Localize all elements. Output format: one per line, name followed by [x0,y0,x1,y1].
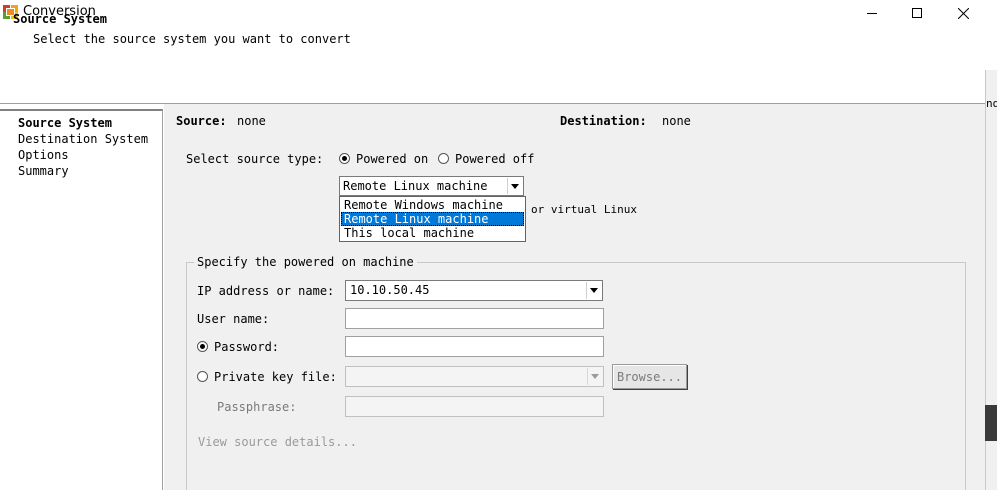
view-source-details-link[interactable]: View source details... [198,435,357,449]
powered-off-label[interactable]: Powered off [455,152,534,166]
chevron-down-icon [591,374,599,379]
private-key-label[interactable]: Private key file: [214,370,337,384]
page-subtitle: Select the source system you want to con… [33,32,351,46]
close-icon [957,7,969,19]
private-key-dropdown-button [587,368,602,385]
destination-summary-value: none [662,114,691,128]
dropdown-option-remote-windows[interactable]: Remote Windows machine [341,198,524,212]
machine-type-value: Remote Linux machine [343,179,488,193]
password-input[interactable] [345,336,604,357]
minimize-icon [867,13,877,14]
close-button[interactable] [940,0,986,26]
minimize-button[interactable] [849,0,895,26]
ip-address-combobox[interactable]: 10.10.50.45 [345,280,603,301]
ip-address-dropdown-button[interactable] [586,282,601,299]
source-type-label: Select source type: [186,152,324,166]
passphrase-input [345,396,604,417]
powered-on-radio[interactable] [339,153,350,164]
browse-button[interactable]: Browse... [612,364,687,389]
nav-item-options[interactable]: Options [18,148,69,162]
group-legend: Specify the powered on machine [194,255,417,269]
password-label[interactable]: Password: [214,340,279,354]
powered-off-radio[interactable] [438,153,449,164]
user-name-input[interactable] [345,308,604,329]
chevron-down-icon [511,183,519,189]
ip-address-label: IP address or name: [197,284,335,298]
nav-item-summary[interactable]: Summary [18,164,69,178]
destination-summary-label: Destination: [560,114,647,128]
dropdown-option-remote-linux[interactable]: Remote Linux machine [341,212,524,226]
nav-item-source-system[interactable]: Source System [18,116,112,130]
title-bar: Conversion [0,0,997,26]
chevron-down-icon [590,288,598,293]
user-name-label: User name: [197,312,270,326]
dropdown-option-local-machine[interactable]: This local machine [341,226,524,240]
machine-type-dropdown-button[interactable] [507,178,522,194]
maximize-button[interactable] [894,0,940,26]
password-radio[interactable] [197,341,208,352]
source-summary-value: none [237,114,266,128]
machine-type-dropdown-list: Remote Windows machine Remote Linux mach… [339,196,526,242]
page-title: Source System [13,12,107,26]
private-key-file-combobox [345,366,604,387]
maximize-icon [912,8,922,18]
private-key-radio[interactable] [197,371,208,382]
ip-address-value: 10.10.50.45 [350,283,430,297]
source-type-hint: or virtual Linux [531,203,637,216]
source-summary-label: Source: [176,114,227,128]
passphrase-label: Passphrase: [217,400,297,414]
background-window-text: nd [986,97,997,110]
powered-on-label[interactable]: Powered on [356,152,428,166]
machine-type-select[interactable]: Remote Linux machine [339,176,524,196]
nav-item-destination-system[interactable]: Destination System [18,132,148,146]
background-window-bar [985,405,997,441]
